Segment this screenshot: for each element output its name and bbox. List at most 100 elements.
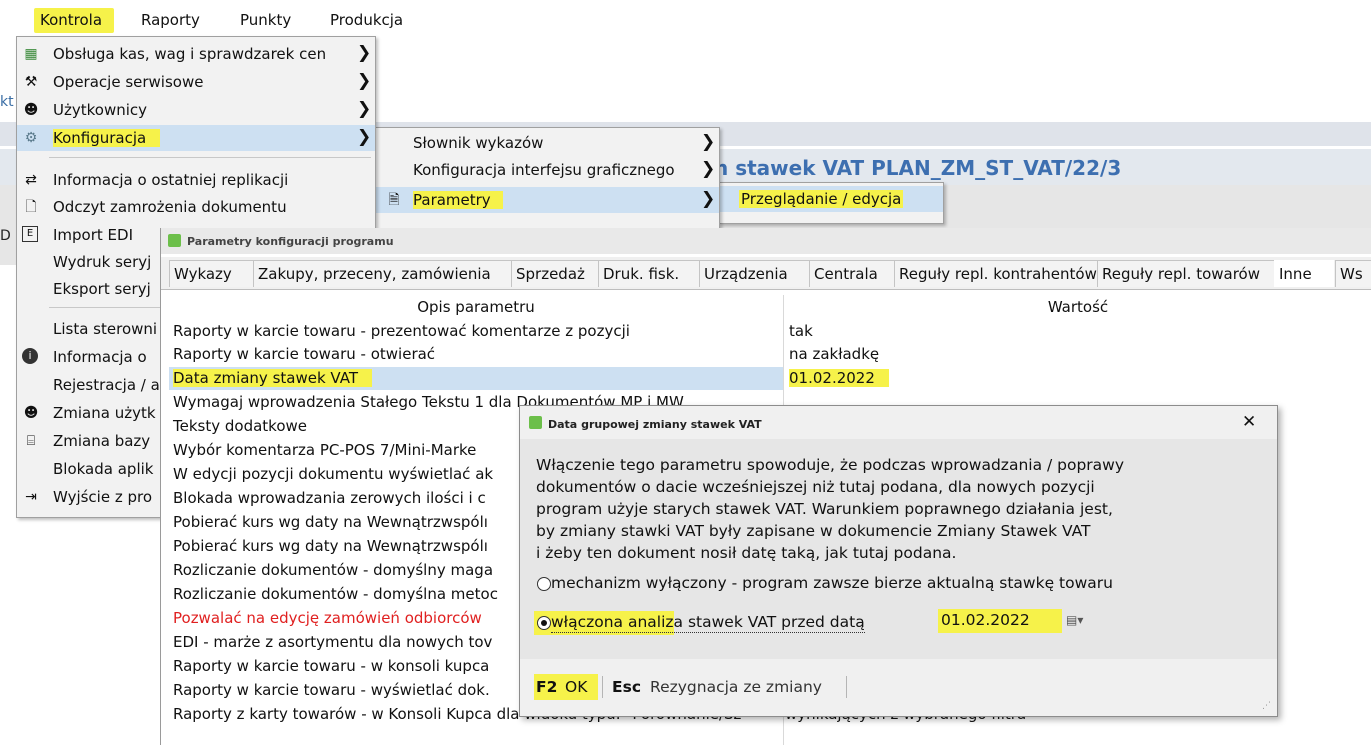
menu-item-operacje-serwisowe[interactable]: ⚒ Operacje serwisowe ❯	[17, 69, 375, 95]
ok-key[interactable]: F2	[536, 678, 557, 696]
tab-druk-fisk[interactable]: Druk. fisk.	[598, 260, 700, 287]
row-description: Data zmiany stawek VAT	[173, 369, 372, 387]
menu-item-informacja-replikacji[interactable]: ⇄ Informacja o ostatniej replikacji	[17, 167, 375, 193]
tab-ws[interactable]: Ws	[1335, 260, 1371, 287]
ok-button[interactable]: OK	[565, 678, 587, 696]
menu-item-label: Rejestracja / a	[53, 376, 160, 394]
menu-item-label: Użytkownicy	[53, 101, 148, 119]
vat-date-dialog: Data grupowej zmiany stawek VAT ✕ Włącze…	[519, 405, 1278, 717]
close-icon[interactable]: ✕	[1242, 412, 1256, 432]
row-description: Pobierać kurs wg daty na Wewnątrzwspólı	[173, 537, 488, 555]
exit-icon: ⇥	[25, 489, 37, 505]
users-icon: ☻	[23, 102, 39, 118]
table-row[interactable]: Raporty w karcie towaru - prezentować ko…	[169, 320, 1371, 343]
tab-reguly-kontrahentow[interactable]: Reguły repl. kontrahentów	[894, 260, 1098, 287]
description-line: by zmiany stawki VAT były zapisane w dok…	[536, 522, 1091, 540]
radio-analysis-on[interactable]	[537, 616, 551, 630]
table-row[interactable]: Raporty w karcie towaru - otwierać na za…	[169, 343, 1371, 366]
row-description: Rozliczanie dokumentów - domyślny maga	[173, 561, 494, 579]
tab-urzadzenia[interactable]: Urządzenia	[699, 260, 810, 287]
menu-raporty[interactable]: Raporty	[141, 11, 200, 29]
tab-centrala[interactable]: Centrala	[809, 260, 895, 287]
tab-sprzedaz[interactable]: Sprzedaż	[511, 260, 599, 287]
change-user-icon: ☻	[23, 405, 39, 421]
parameters-tabs: Wykazy Zakupy, przeceny, zamówienia Sprz…	[161, 257, 1371, 290]
tab-zakupy[interactable]: Zakupy, przeceny, zamówienia	[253, 260, 512, 287]
dialog-title: Data grupowej zmiany stawek VAT	[548, 418, 762, 431]
app-icon	[168, 234, 181, 247]
menu-item-przegladanie-edycja[interactable]: Przeglądanie / edycja	[719, 186, 943, 212]
chevron-right-icon: ❯	[357, 99, 372, 119]
row-description: Wybór komentarza PC-POS 7/Mini-Marke	[173, 441, 477, 459]
row-description: EDI - marże z asortymentu dla nowych tov	[173, 633, 493, 651]
menu-item-label: Informacja o	[53, 348, 147, 366]
edi-icon: E	[22, 226, 38, 242]
row-description: Pobierać kurs wg daty na Wewnątrzwspólı	[173, 513, 488, 531]
tools-icon: ⚒	[24, 74, 38, 90]
tab-reguly-towarow[interactable]: Reguły repl. towarów	[1097, 260, 1275, 287]
parameters-title: Parametry konfiguracji programu	[187, 235, 394, 248]
chevron-right-icon: ❯	[357, 71, 372, 91]
parameters-title-bar: Parametry konfiguracji programu	[161, 228, 1371, 254]
calendar-dropdown-icon[interactable]: ▤▾	[1066, 613, 1083, 627]
menu-kontrola[interactable]: Kontrola	[34, 8, 115, 33]
tab-inne[interactable]: Inne	[1274, 260, 1334, 287]
menu-punkty[interactable]: Punkty	[240, 11, 291, 29]
chevron-right-icon: ❯	[701, 132, 716, 152]
radio-mechanism-off[interactable]	[537, 577, 551, 591]
menu-item-uzytkownicy[interactable]: ☻ Użytkownicy ❯	[17, 97, 375, 123]
app-icon	[529, 416, 542, 429]
document-icon: 🗋	[25, 199, 37, 215]
row-value: na zakładkę	[789, 345, 880, 363]
menu-item-label: Odczyt zamrożenia dokumentu	[53, 198, 287, 216]
row-description: Blokada wprowadzania zerowych ilości i c	[173, 489, 486, 507]
menu-item-label: Eksport seryj	[53, 280, 151, 298]
description-line: Włączenie tego parametru spowoduje, że p…	[536, 456, 1125, 474]
menu-item-label: Konfiguracja interfejsu graficznego	[413, 161, 675, 179]
menu-item-odczyt-zamrozenia[interactable]: 🗋 Odczyt zamrożenia dokumentu	[17, 194, 375, 220]
bg-document-title: n stawek VAT PLAN_ZM_ST_VAT/22/3	[714, 156, 1122, 180]
column-header-value[interactable]: Wartość	[784, 295, 1371, 319]
menu-item-slownik-wykazow[interactable]: Słownik wykazów ❯	[375, 130, 719, 156]
footer-divider	[846, 676, 847, 698]
menu-item-obsluga-kas[interactable]: ▦ Obsługa kas, wag i sprawdzarek cen ❯	[17, 41, 375, 67]
menu-item-parametry[interactable]: 🗎 Parametry ❯	[375, 187, 719, 213]
replication-icon: ⇄	[25, 172, 37, 188]
row-description: Raporty w karcie towaru - prezentować ko…	[173, 322, 630, 340]
menu-item-label: Informacja o ostatniej replikacji	[53, 171, 289, 189]
menu-item-label: Operacje serwisowe	[53, 73, 204, 91]
bg-fragment: kt	[0, 94, 14, 110]
cancel-button[interactable]: Rezygnacja ze zmiany	[650, 678, 822, 696]
menu-item-label: Wydruk seryj	[53, 253, 152, 271]
radio-analysis-on-label[interactable]: włączona analiza stawek VAT przed datą	[551, 613, 865, 633]
row-description: Pozwalać na edycję zamówień odbiorców	[173, 609, 482, 627]
menu-bar: Kontrola Raporty Punkty Produkcja	[0, 0, 1371, 36]
column-header-desc[interactable]: Opis parametru	[169, 295, 783, 319]
menu-produkcja[interactable]: Produkcja	[330, 11, 403, 29]
row-description: W edycji pozycji dokumentu wyświetlać ak	[173, 465, 494, 483]
radio-mechanism-off-label[interactable]: mechanizm wyłączony - program zawsze bie…	[551, 574, 1113, 592]
menu-separator	[49, 157, 371, 158]
menu-item-label: Zmiana bazy	[53, 432, 151, 450]
menu-item-label: Blokada aplik	[53, 460, 154, 478]
description-line: i żeby ten dokument nosił datę taką, jak…	[536, 544, 957, 562]
menu-item-konfiguracja[interactable]: ⚙ Konfiguracja ❯	[17, 125, 375, 151]
table-row-selected[interactable]: Data zmiany stawek VAT 01.02.2022	[169, 367, 889, 390]
cancel-key[interactable]: Esc	[612, 678, 641, 696]
chevron-right-icon: ❯	[701, 159, 716, 179]
chevron-right-icon: ❯	[357, 43, 372, 63]
database-icon: ⌸	[26, 433, 36, 449]
bg-fragment: D	[0, 228, 11, 244]
row-description: Teksty dodatkowe	[173, 417, 307, 435]
resize-grip-icon[interactable]: ⋰	[1262, 701, 1271, 711]
info-icon: i	[22, 348, 38, 364]
description-line: program użyje starych stawek VAT. Warunk…	[536, 500, 1113, 518]
tab-wykazy[interactable]: Wykazy	[169, 260, 254, 287]
chevron-right-icon: ❯	[357, 127, 372, 147]
description-line: dokumentów o dacie wcześniejszej niż tut…	[536, 478, 1095, 496]
menu-item-label: Lista sterowni	[53, 320, 158, 338]
dialog-footer: F2 OK Esc Rezygnacja ze zmiany ⋰	[520, 661, 1277, 716]
row-value: 01.02.2022	[789, 369, 889, 387]
menu-item-konfiguracja-interfejsu[interactable]: Konfiguracja interfejsu graficznego ❯	[375, 157, 719, 183]
chevron-right-icon: ❯	[701, 189, 716, 209]
